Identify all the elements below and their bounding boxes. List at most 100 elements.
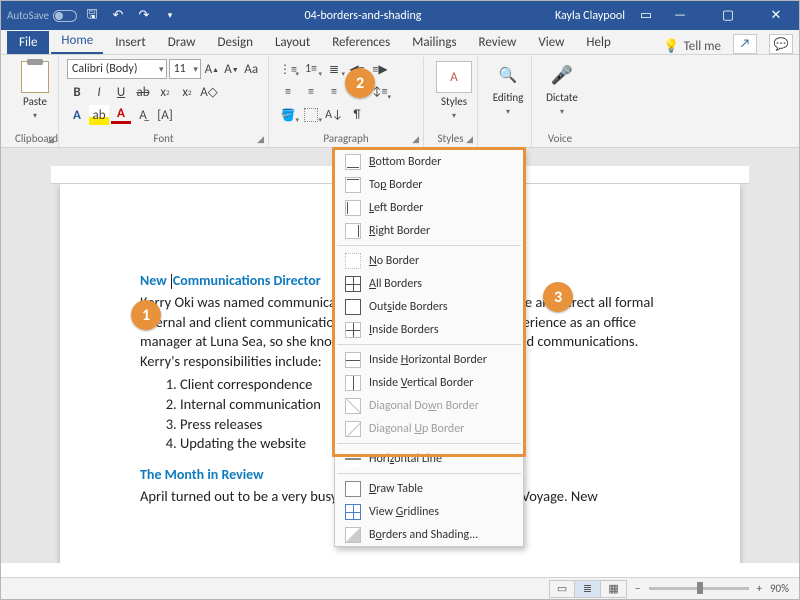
tab-mailings[interactable]: Mailings (402, 31, 466, 54)
minimize-button[interactable]: — (657, 1, 703, 30)
font-dialog-icon[interactable]: ◢ (257, 134, 264, 145)
comments-button[interactable]: 💬 (769, 34, 793, 54)
align-left-button[interactable]: ≡ (277, 82, 299, 102)
border-inside-icon (345, 322, 361, 338)
underline-button[interactable]: U (111, 82, 131, 102)
zoom-slider[interactable] (649, 587, 749, 590)
change-case-icon[interactable]: Aa (242, 59, 260, 79)
border-none-icon (345, 253, 361, 269)
styles-icon: A (436, 61, 472, 93)
text-cursor (171, 274, 172, 289)
sort-button[interactable]: A↓ (323, 105, 345, 125)
callout-3: 3 (543, 282, 573, 312)
zoom-level[interactable]: 90% (770, 582, 789, 595)
horizontal-line[interactable]: Horizontal Line (335, 447, 523, 470)
tab-references[interactable]: References (322, 31, 400, 54)
tab-insert[interactable]: Insert (105, 31, 156, 54)
paragraph-dialog-icon[interactable]: ◢ (412, 134, 419, 145)
tab-home[interactable]: Home (51, 29, 103, 54)
close-button[interactable]: ✕ (753, 1, 799, 30)
border-bottom-icon (345, 154, 361, 170)
ribbon: Paste▾ Clipboard◢ Calibri (Body) 11 A▲ A… (1, 55, 799, 148)
font-size-combo[interactable]: 11 (169, 59, 201, 79)
styles-button[interactable]: AStyles▾ (432, 59, 476, 121)
border-left-icon (345, 200, 361, 216)
border-inside-v[interactable]: Inside Vertical Border (335, 371, 523, 394)
draw-table[interactable]: Draw Table (335, 477, 523, 500)
autosave-toggle[interactable]: AutoSave (7, 9, 77, 22)
clipboard-icon (21, 61, 49, 93)
tab-design[interactable]: Design (207, 31, 262, 54)
paste-button[interactable]: Paste▾ (15, 59, 55, 121)
group-paragraph-label: Paragraph (323, 132, 368, 145)
highlight-button[interactable]: ab (89, 105, 109, 125)
superscript-button[interactable]: x2 (177, 82, 197, 102)
numbering-button[interactable]: 1≡▾ (300, 59, 322, 79)
share-button[interactable]: ↗ (733, 34, 757, 54)
border-top[interactable]: Top Border (335, 173, 523, 196)
tab-layout[interactable]: Layout (265, 31, 320, 54)
dictate-button[interactable]: 🎤Dictate▾ (540, 59, 584, 117)
tell-me[interactable]: 💡Tell me (663, 39, 721, 54)
borders-button[interactable]: ▾ (300, 105, 322, 125)
grow-font-icon[interactable]: A▲ (203, 59, 221, 79)
bold-button[interactable]: B (67, 82, 87, 102)
read-mode-button[interactable]: ▭ (549, 580, 575, 598)
border-diag-down-icon (345, 398, 361, 414)
border-left[interactable]: Left Border (335, 196, 523, 219)
web-layout-button[interactable]: ▦ (601, 580, 627, 598)
ribbon-options-icon[interactable]: ▭ (635, 5, 657, 27)
clear-format-icon[interactable]: A◇ (199, 82, 219, 102)
subscript-button[interactable]: x2 (155, 82, 175, 102)
mic-icon: 🎤 (540, 59, 584, 91)
status-bar: ▭ ≣ ▦ − + 90% (1, 577, 799, 599)
border-right[interactable]: Right Border (335, 219, 523, 242)
tab-view[interactable]: View (528, 31, 574, 54)
shrink-font-icon[interactable]: A▼ (223, 59, 241, 79)
bullets-button[interactable]: ⋮≡▾ (277, 59, 299, 79)
text-effects-button[interactable]: A (67, 105, 87, 125)
group-editing-label (486, 145, 523, 147)
border-inside-h[interactable]: Inside Horizontal Border (335, 348, 523, 371)
undo-icon[interactable]: ↶ (107, 5, 129, 27)
view-gridlines[interactable]: View Gridlines (335, 500, 523, 523)
align-right-button[interactable]: ≡ (323, 82, 345, 102)
tab-draw[interactable]: Draw (158, 31, 206, 54)
redo-icon[interactable]: ↷ (133, 5, 155, 27)
border-all[interactable]: All Borders (335, 272, 523, 295)
borders-shading[interactable]: Borders and Shading... (335, 523, 523, 546)
enclose-icon[interactable]: [A] (155, 105, 175, 125)
tab-file[interactable]: File (7, 31, 49, 54)
font-name-combo[interactable]: Calibri (Body) (67, 59, 167, 79)
zoom-out-button[interactable]: − (635, 582, 640, 595)
border-outside[interactable]: Outside Borders (335, 295, 523, 318)
align-center-button[interactable]: ≡ (300, 82, 322, 102)
zoom-in-button[interactable]: + (757, 582, 762, 595)
callout-2: 2 (345, 68, 375, 98)
strikethrough-button[interactable]: ab (133, 82, 153, 102)
multilevel-button[interactable]: ≣▾ (323, 59, 345, 79)
callout-1: 1 (131, 300, 161, 330)
clipboard-dialog-icon[interactable]: ◢ (47, 134, 54, 145)
border-inside[interactable]: Inside Borders (335, 318, 523, 341)
tab-review[interactable]: Review (469, 31, 527, 54)
print-layout-button[interactable]: ≣ (575, 580, 601, 598)
hline-icon (345, 451, 361, 467)
char-border-icon[interactable]: A̲ (133, 105, 153, 125)
border-diag-up-icon (345, 421, 361, 437)
border-none[interactable]: No Border (335, 249, 523, 272)
group-voice-label: Voice (548, 132, 572, 145)
tab-help[interactable]: Help (576, 31, 620, 54)
italic-button[interactable]: I (89, 82, 109, 102)
shading-button[interactable]: 🪣▾ (277, 105, 299, 125)
save-icon[interactable]: 🖫 (81, 5, 103, 27)
border-right-icon (345, 223, 361, 239)
show-marks-button[interactable]: ¶ (346, 105, 368, 125)
border-bottom[interactable]: Bottom Border (335, 150, 523, 173)
user-name[interactable]: Kayla Claypool (555, 9, 625, 23)
editing-button[interactable]: 🔍Editing▾ (486, 59, 530, 117)
restore-button[interactable]: ▢ (705, 1, 751, 30)
styles-dialog-icon[interactable]: ◢ (466, 134, 473, 145)
borders-dropdown: Bottom Border Top Border Left Border Rig… (334, 149, 524, 547)
font-color-button[interactable]: A (111, 107, 131, 124)
